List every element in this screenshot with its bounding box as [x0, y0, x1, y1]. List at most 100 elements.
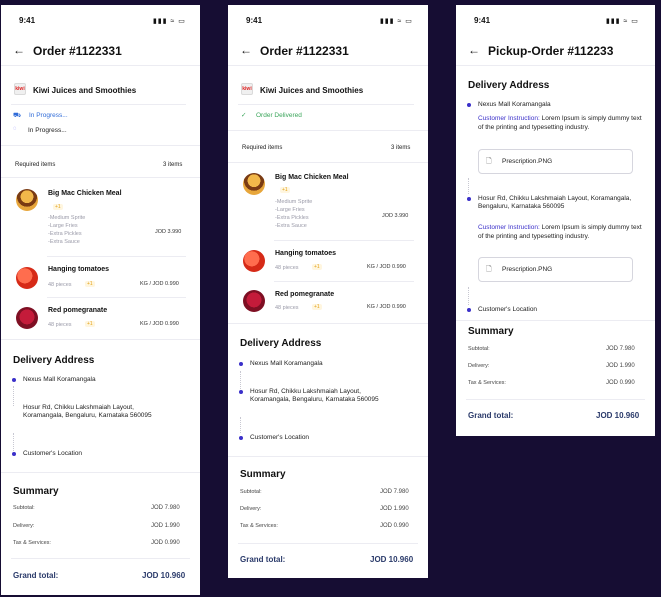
- order-delivered-screen: 9:41 ▮▮▮ ≈ ▭ ← Order #1122331 kiwi Kiwi …: [228, 5, 428, 578]
- item-option: -Extra Sauce: [48, 239, 80, 245]
- item-option: -Extra Sauce: [275, 223, 307, 229]
- status-icons: ▮▮▮ ≈ ▭: [606, 18, 639, 25]
- delivery-truck-icon: ⛟: [13, 112, 22, 119]
- item-price: JOD 3.990: [382, 213, 409, 219]
- item-option: -Medium Sprite: [48, 215, 86, 221]
- address-item: Hosur Rd, Chikku Lakshmaiah Layout, Kora…: [23, 404, 152, 419]
- summary-value: JOD 7.980: [606, 346, 635, 352]
- item-price: KG / JOD 0.990: [367, 264, 406, 270]
- pomegranate-image: [243, 290, 265, 312]
- spinner-icon: ◌: [13, 126, 17, 132]
- page-title: Order #1122331: [33, 44, 122, 58]
- summary-label: Subtotal:: [240, 489, 262, 495]
- delivery-address-title: Delivery Address: [240, 338, 322, 349]
- pomegranate-image: [16, 307, 38, 329]
- summary-label: Tax & Services:: [240, 523, 278, 529]
- pickup-order-screen: 9:41 ▮▮▮ ≈ ▭ ← Pickup-Order #112233 Deli…: [456, 5, 655, 436]
- status-time: 9:41: [246, 16, 263, 25]
- delivery-address-title: Delivery Address: [13, 355, 95, 366]
- summary-label: Delivery:: [240, 506, 262, 512]
- grand-total-label: Grand total:: [13, 571, 59, 580]
- address-item: Customer's Location: [23, 450, 83, 457]
- status-time: 9:41: [474, 16, 491, 25]
- summary-label: Subtotal:: [468, 346, 490, 352]
- check-icon: ✓: [241, 112, 247, 119]
- item-price: KG / JOD 0.990: [367, 304, 406, 310]
- summary-value: JOD 0.990: [151, 540, 180, 546]
- order-in-progress-screen: 9:41 ▮▮▮ ≈ ▭ ← Order #1122331 kiwi Kiwi …: [1, 5, 200, 595]
- summary-value: JOD 0.990: [380, 523, 409, 529]
- items-count: 3 items: [391, 145, 411, 151]
- status-delivered: Order Delivered: [256, 112, 302, 119]
- item-option: -Extra Pickles: [275, 215, 309, 221]
- address-dot-icon: [239, 362, 243, 366]
- item-name: Big Mac Chicken Meal: [48, 190, 122, 197]
- summary-title: Summary: [468, 326, 514, 337]
- back-arrow-icon[interactable]: ←: [468, 43, 480, 57]
- summary-label: Tax & Services:: [13, 540, 51, 546]
- item-pieces: 48 pieces: [48, 282, 72, 288]
- grand-total-label: Grand total:: [468, 411, 514, 420]
- status-in-progress-secondary: In Progress...: [28, 127, 67, 134]
- address-item: Hosur Rd, Chikku Lakshmaiah Layout, Kora…: [250, 388, 379, 403]
- grand-total-value: JOD 10.960: [596, 411, 640, 420]
- item-price: KG / JOD 0.990: [140, 321, 179, 327]
- summary-value: JOD 1.990: [606, 363, 635, 369]
- item-option: -Large Fries: [275, 207, 305, 213]
- summary-label: Tax & Services:: [468, 380, 506, 386]
- item-qty: +1: [312, 304, 322, 310]
- back-arrow-icon[interactable]: ←: [240, 43, 252, 57]
- item-option: -Medium Sprite: [275, 199, 313, 205]
- item-option: -Large Fries: [48, 223, 78, 229]
- address-item: Customer's Location: [250, 434, 310, 441]
- item-pieces: 48 pieces: [48, 322, 72, 328]
- summary-value: JOD 7.980: [151, 505, 180, 511]
- delivery-address-title: Delivery Address: [468, 80, 550, 91]
- store-logo: kiwi: [14, 83, 26, 95]
- item-name: Red pomegranate: [275, 291, 335, 298]
- required-items-label: Required items: [15, 162, 56, 168]
- address-dot-icon: [467, 308, 471, 312]
- item-price: KG / JOD 0.990: [140, 281, 179, 287]
- customer-instruction: Customer Instruction: Lorem Ipsum is sim…: [478, 224, 642, 240]
- address-item: Nexus Mall Koramangala: [23, 376, 96, 383]
- page-title: Order #1122331: [260, 44, 349, 58]
- attachment-name: Prescription.PNG: [502, 266, 553, 273]
- item-name: Hanging tomatoes: [48, 266, 110, 273]
- status-icons: ▮▮▮ ≈ ▭: [380, 18, 413, 25]
- tomato-image: [243, 250, 265, 272]
- summary-value: JOD 1.990: [151, 523, 180, 529]
- item-qty: +1: [53, 204, 63, 210]
- stop-address: Nexus Mall Koramangala: [478, 101, 551, 108]
- address-dot-icon: [12, 452, 16, 456]
- item-qty: +1: [280, 187, 290, 193]
- item-option: -Extra Pickles: [48, 231, 82, 237]
- address-dot-icon: [467, 197, 471, 201]
- back-arrow-icon[interactable]: ←: [13, 43, 25, 57]
- final-stop: Customer's Location: [478, 306, 538, 313]
- item-name: Red pomegranate: [48, 307, 108, 314]
- item-name: Big Mac Chicken Meal: [275, 174, 349, 181]
- stop-address: Hosur Rd, Chikku Lakshmaiah Layout, Kora…: [478, 195, 632, 210]
- item-qty: +1: [85, 281, 95, 287]
- file-icon: 🗋: [486, 266, 492, 273]
- summary-value: JOD 7.980: [380, 489, 409, 495]
- status-in-progress: In Progress...: [29, 112, 68, 119]
- item-pieces: 48 pieces: [275, 305, 299, 311]
- summary-title: Summary: [13, 486, 59, 497]
- item-qty: +1: [312, 264, 322, 270]
- items-count: 3 items: [163, 162, 183, 168]
- item-pieces: 48 pieces: [275, 265, 299, 271]
- address-dot-icon: [467, 103, 471, 107]
- summary-label: Subtotal:: [13, 505, 35, 511]
- grand-total-value: JOD 10.960: [142, 571, 186, 580]
- summary-value: JOD 0.990: [606, 380, 635, 386]
- grand-total-label: Grand total:: [240, 555, 286, 564]
- summary-label: Delivery:: [13, 523, 35, 529]
- item-qty: +1: [85, 321, 95, 327]
- attachment-name: Prescription.PNG: [502, 158, 553, 165]
- summary-label: Delivery:: [468, 363, 490, 369]
- address-dot-icon: [12, 378, 16, 382]
- store-name: Kiwi Juices and Smoothies: [33, 86, 137, 95]
- tomato-image: [16, 267, 38, 289]
